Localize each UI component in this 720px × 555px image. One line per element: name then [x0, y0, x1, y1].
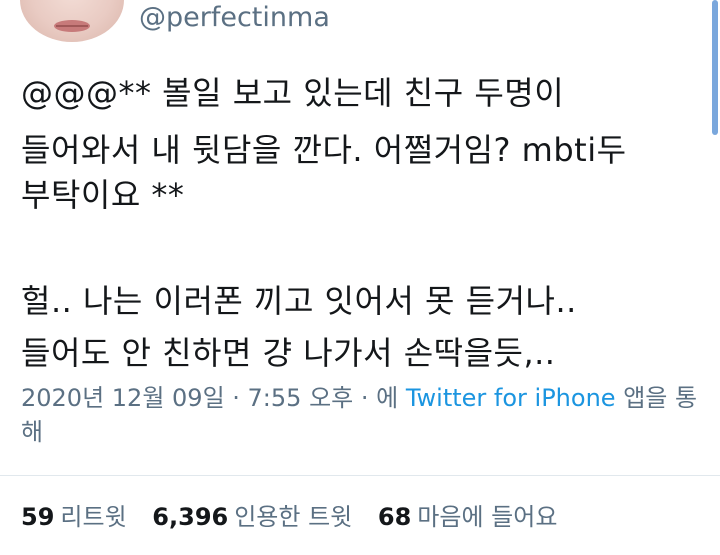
quotes-label: 인용한 트윗: [234, 503, 353, 531]
tweet-text-line: 부탁이요 **: [21, 176, 185, 214]
retweets-stat[interactable]: 59 리트윗: [21, 503, 127, 531]
author-handle[interactable]: @perfectinma: [139, 2, 330, 33]
tweet-text-line: 들어도 안 친하면 걍 나가서 손딱을듯,..: [21, 334, 556, 372]
divider: [0, 475, 720, 476]
quotes-count: 6,396: [152, 503, 229, 531]
quotes-stat[interactable]: 6,396 인용한 트윗: [152, 503, 352, 531]
tweet-text-line: @@@** 볼일 보고 있는데 친구 두명이: [21, 74, 565, 112]
scrollbar[interactable]: [710, 0, 720, 140]
tweet-source-link[interactable]: Twitter for iPhone: [406, 384, 616, 412]
tweet-text-line: 헐.. 나는 이러폰 끼고 잇어서 못 듣거나..: [21, 282, 577, 320]
retweets-count: 59: [21, 503, 55, 531]
avatar-photo-detail: [54, 20, 90, 32]
likes-label: 마음에 들어요: [417, 503, 558, 531]
tweet-meta: 2020년 12월 09일 · 7:55 오후 · 에 Twitter for …: [21, 381, 701, 449]
tweet-timestamp[interactable]: 2020년 12월 09일 · 7:55 오후 · 에: [21, 384, 398, 412]
tweet-text-line: 들어와서 내 뒷담을 깐다. 어쩔거임? mbti두: [21, 131, 627, 169]
tweet-detail-view: @perfectinma @@@** 볼일 보고 있는데 친구 두명이 들어와서…: [0, 0, 720, 555]
engagement-stats: 59 리트윗 6,396 인용한 트윗 68 마음에 들어요: [21, 497, 575, 532]
retweets-label: 리트윗: [60, 503, 127, 531]
scrollbar-thumb[interactable]: [712, 0, 718, 135]
likes-stat[interactable]: 68 마음에 들어요: [378, 503, 558, 531]
likes-count: 68: [377, 503, 412, 531]
avatar[interactable]: [20, 0, 124, 42]
